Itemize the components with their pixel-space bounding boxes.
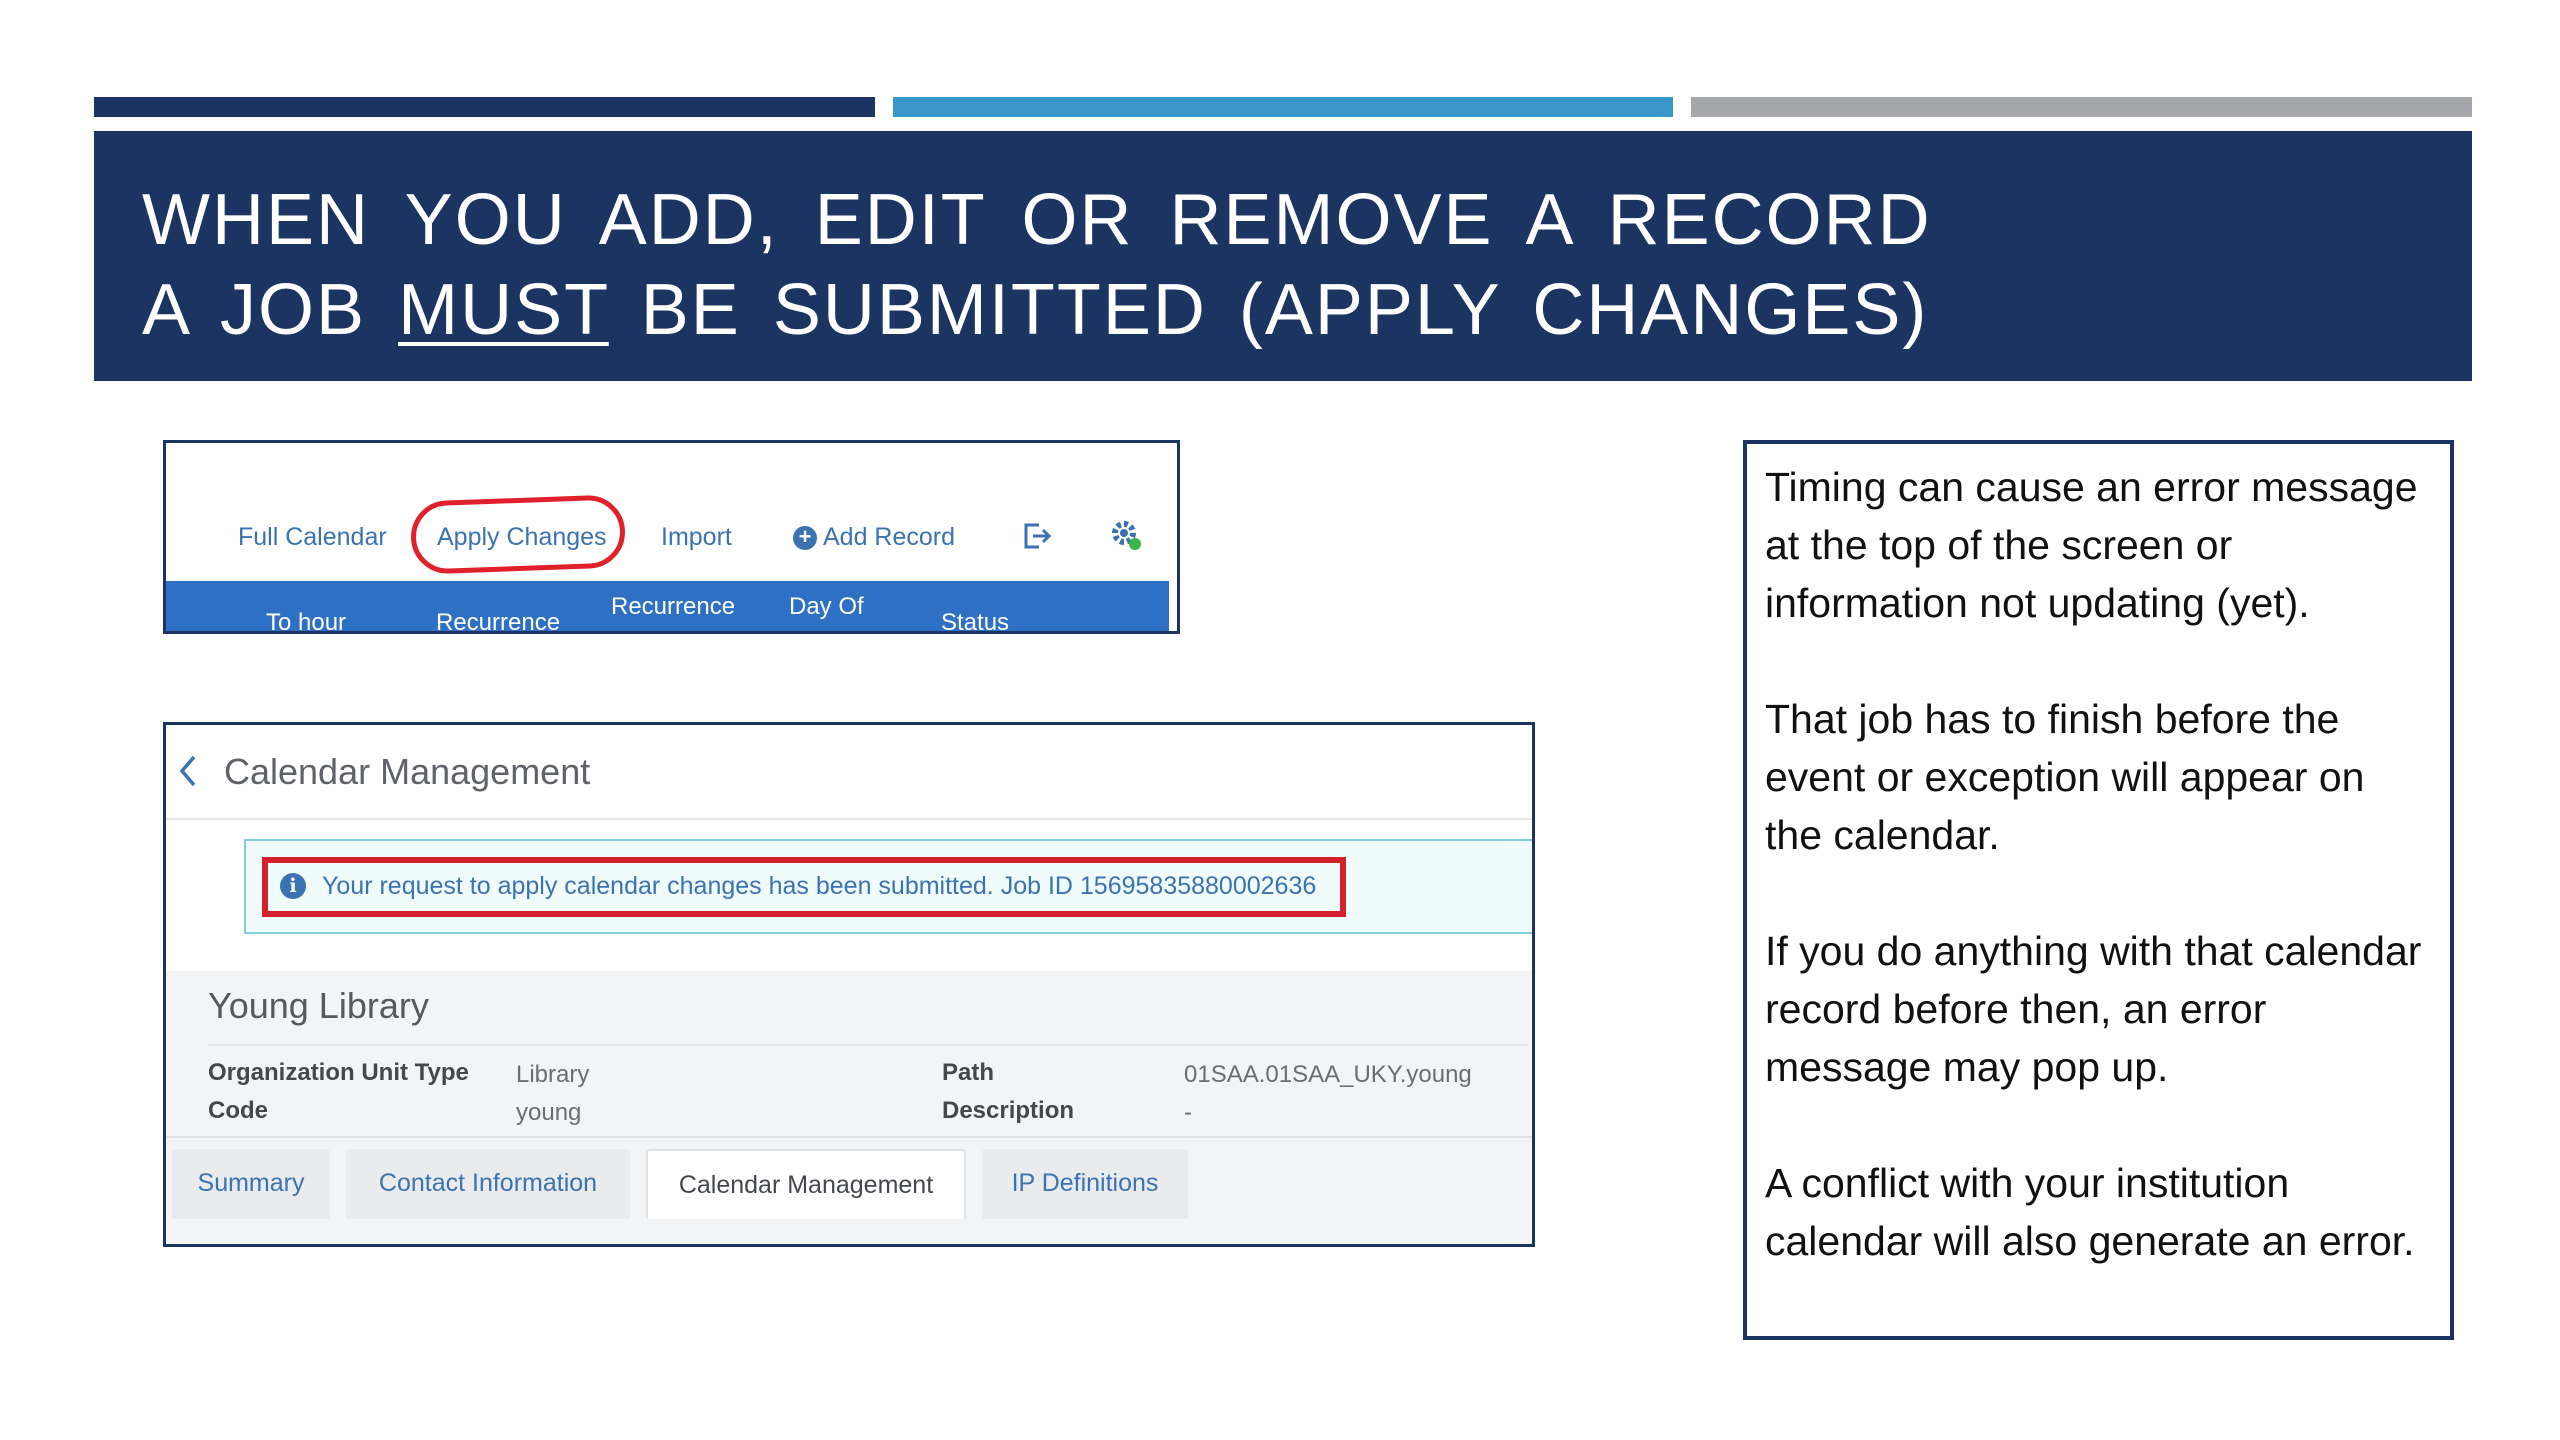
code-label: Code bbox=[208, 1097, 268, 1124]
add-record-button[interactable]: + Add Record bbox=[793, 523, 955, 552]
chevron-left-icon[interactable] bbox=[174, 749, 202, 793]
tab-contact-information[interactable]: Contact Information bbox=[346, 1149, 630, 1219]
note-paragraph: A conflict with your institution calenda… bbox=[1765, 1160, 2415, 1264]
title-line-2-suffix: BE SUBMITTED (APPLY CHANGES) bbox=[608, 270, 1929, 350]
alert-highlight: i Your request to apply calendar changes… bbox=[262, 857, 1346, 917]
title-banner: WHEN YOU ADD, EDIT OR REMOVE A RECORD A … bbox=[94, 131, 2472, 381]
org-details-panel: Young Library Organization Unit Type Lib… bbox=[166, 971, 1532, 1244]
accent-bar-blue bbox=[893, 97, 1673, 117]
tab-summary[interactable]: Summary bbox=[172, 1149, 330, 1219]
description-value: - bbox=[1184, 1099, 1192, 1126]
org-unit-type-label: Organization Unit Type bbox=[208, 1059, 469, 1086]
title-line-2: A JOB MUST BE SUBMITTED (APPLY CHANGES) bbox=[142, 269, 1928, 351]
tabs-divider bbox=[166, 1136, 1532, 1138]
column-header[interactable]: To hour bbox=[266, 609, 346, 631]
page-header: Calendar Management bbox=[166, 725, 1532, 820]
alert-message: Your request to apply calendar changes h… bbox=[322, 872, 1317, 900]
toolbar-screenshot: Full Calendar Apply Changes Import + Add… bbox=[163, 440, 1180, 634]
info-alert: i Your request to apply calendar changes… bbox=[244, 839, 1532, 934]
column-header[interactable]: Day Of bbox=[789, 593, 864, 621]
export-icon[interactable] bbox=[1019, 519, 1053, 553]
path-value: 01SAA.01SAA_UKY.young bbox=[1184, 1061, 1472, 1088]
title-emphasis-must: MUST bbox=[398, 270, 609, 350]
accent-bar-dark bbox=[94, 97, 875, 117]
apply-changes-highlight bbox=[409, 494, 627, 575]
full-calendar-link[interactable]: Full Calendar bbox=[238, 523, 387, 552]
note-paragraph: That job has to finish before the event … bbox=[1765, 696, 2365, 858]
tab-ip-definitions[interactable]: IP Definitions bbox=[982, 1149, 1188, 1219]
description-label: Description bbox=[942, 1097, 1075, 1124]
notes-box: Timing can cause an error message at the… bbox=[1743, 440, 2454, 1340]
table-header-row: To hour Recurrence Recurrence Day Of Sta… bbox=[166, 581, 1169, 631]
divider bbox=[208, 1044, 1528, 1046]
org-name: Young Library bbox=[208, 985, 429, 1026]
column-header[interactable]: Recurrence bbox=[611, 593, 735, 621]
title-line-2-prefix: A JOB bbox=[142, 270, 399, 350]
org-unit-type-value: Library bbox=[516, 1061, 590, 1088]
gear-icon[interactable] bbox=[1108, 517, 1144, 553]
column-header[interactable]: Status bbox=[941, 609, 1009, 631]
plus-circle-icon: + bbox=[793, 525, 817, 550]
column-header[interactable]: Recurrence bbox=[436, 609, 560, 631]
tab-calendar-management[interactable]: Calendar Management bbox=[646, 1149, 966, 1219]
note-paragraph: If you do anything with that calendar re… bbox=[1765, 928, 2422, 1090]
title-line-1: WHEN YOU ADD, EDIT OR REMOVE A RECORD bbox=[142, 180, 1932, 260]
info-icon: i bbox=[280, 873, 306, 899]
add-record-label: Add Record bbox=[823, 523, 956, 551]
path-label: Path bbox=[942, 1059, 995, 1086]
import-link[interactable]: Import bbox=[661, 523, 732, 552]
calendar-management-screenshot: Calendar Management i Your request to ap… bbox=[163, 722, 1535, 1247]
accent-bar-gray bbox=[1691, 97, 2472, 117]
note-paragraph: Timing can cause an error message at the… bbox=[1765, 464, 2418, 626]
page-title: Calendar Management bbox=[224, 751, 591, 792]
code-value: young bbox=[516, 1099, 582, 1126]
